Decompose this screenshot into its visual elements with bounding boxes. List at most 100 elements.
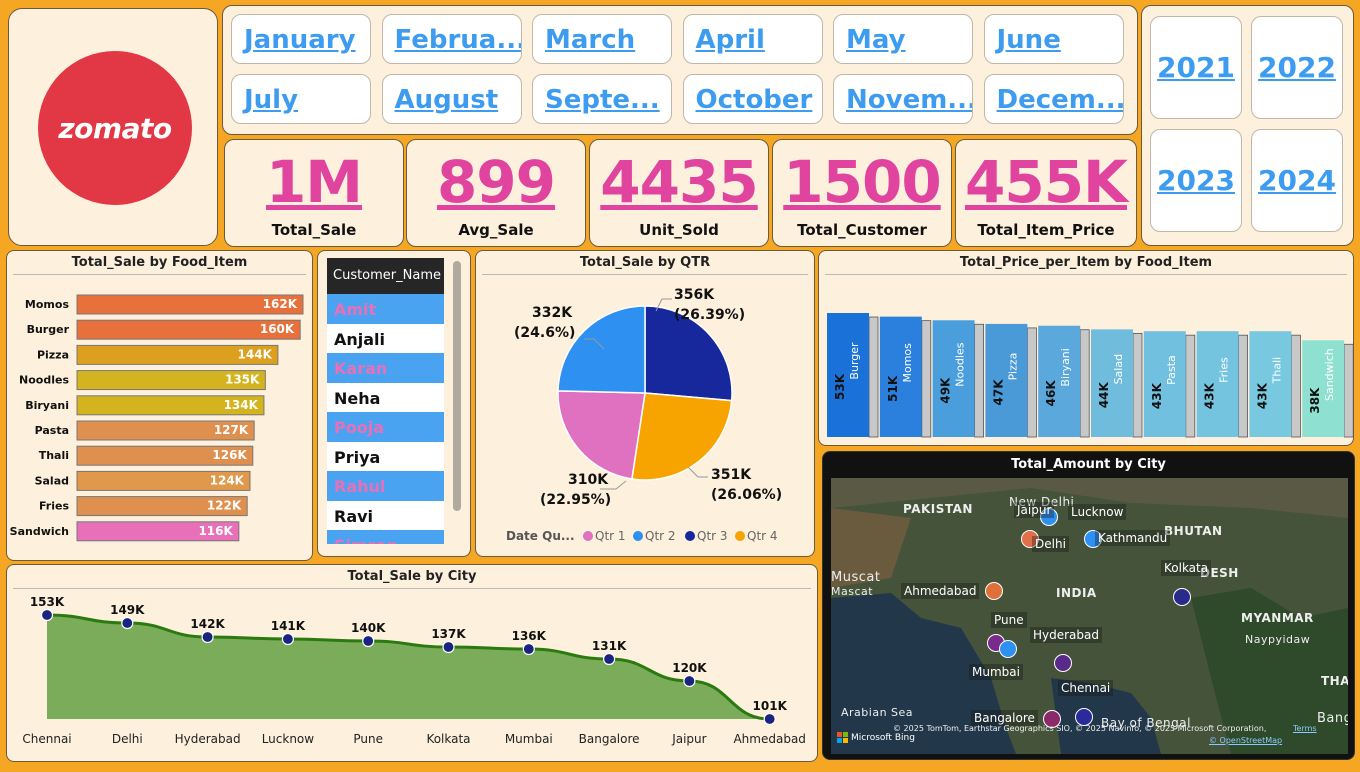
food-category-label: Thali [39,449,69,462]
city-value-label: 136K [512,629,547,643]
city-axis-label: Jaipur [671,732,706,746]
bing-label: Microsoft Bing [851,732,915,743]
chart-title: Total_Sale by Food_Item [71,255,248,270]
price-category-label: Noodles [954,342,967,386]
city-point[interactable] [522,642,535,656]
city-point[interactable] [683,674,696,688]
customer-scrollbar[interactable] [453,261,461,511]
legend-label[interactable]: Qtr 2 [645,529,676,543]
pie-pct-label: (26.06%) [711,487,782,503]
city-point[interactable] [362,634,375,648]
map-osm-link[interactable]: © OpenStreetMap [1209,736,1282,745]
city-point[interactable] [201,630,214,644]
map-place: Naypyidaw [1245,633,1311,646]
city-point[interactable] [602,652,616,666]
city-value-label: 120K [672,661,707,675]
price-bar-value: 53K [833,373,847,400]
price-bar-side [1343,343,1353,438]
price-bar-side [974,323,985,438]
customer-row[interactable]: Pooja [327,412,444,442]
map-city-label: Ahmedabad [901,583,980,599]
map-bubble-hyderabad[interactable] [1054,654,1072,672]
year-button-2022[interactable]: 2022 [1251,16,1343,119]
city-value-label: 140K [351,621,386,635]
year-button-2024[interactable]: 2024 [1251,129,1343,232]
city-axis-label: Kolkata [426,732,470,746]
map-bubble-ahmedabad[interactable] [985,582,1003,600]
city-point[interactable] [40,608,54,622]
kpi-value: 899 [436,148,556,216]
customer-slicer: Customer_Name Amit Anjali Karan Neha Pooja Pr… [317,250,471,557]
month-slicer: January Februa... March April May June July Aug… [222,5,1138,135]
kpi-total-customer: 1500 Total_Customer [772,139,952,247]
city-point[interactable] [121,616,134,630]
customer-row[interactable]: Rahul [327,471,444,501]
month-button-1[interactable]: January [231,14,371,64]
pie-pct-label: (24.6%) [514,325,575,341]
pie-value-label: 351K [711,467,752,483]
map-terms-link[interactable]: Terms [1293,724,1317,733]
month-button-9[interactable]: Septe... [532,74,672,124]
year-button-2021[interactable]: 2021 [1150,16,1242,119]
food-bar-value: 162K [263,297,298,311]
month-button-8[interactable]: August [381,74,522,124]
month-button-12[interactable]: Decem... [983,74,1124,124]
food-sales-chart-panel: Total_Sale by Food_Item Momos 162K Burger 1… [6,250,313,561]
price-bar-value: 46K [1044,380,1058,407]
year-slicer: 2021 2022 2023 2024 [1141,5,1354,246]
city-point[interactable] [763,712,776,726]
legend-label[interactable]: Qtr 4 [747,529,778,543]
price-bar-chart: 53KBurger 51KMomos 49KNoodles 47KPizza 46KBi… [827,313,1353,438]
map-attribution: © 2025 TomTom, Earthstar Geographics SIO… [893,724,1267,733]
map-city-label: Jaipur [1014,502,1055,518]
map-bubble-kolkata[interactable] [1173,588,1191,606]
city-point[interactable] [281,632,294,646]
legend-marker [633,531,643,541]
legend-label[interactable]: Qtr 1 [595,529,626,543]
month-button-5[interactable]: May [833,14,973,64]
city-map-panel: Total_Amount by City PAKISTAN New Delhi … [822,451,1355,760]
map-city-label: Chennai [1058,680,1114,696]
food-category-label: Burger [27,323,70,336]
year-button-2023[interactable]: 2023 [1150,129,1242,232]
price-bar-value: 49K [939,377,953,404]
pie-value-label: 310K [568,472,609,488]
chart-title: Total_Sale by QTR [579,255,711,270]
city-point[interactable] [442,640,455,654]
month-button-3[interactable]: March [532,14,672,64]
legend-marker [583,531,593,541]
month-button-6[interactable]: June [983,14,1124,64]
legend-label[interactable]: Qtr 3 [697,529,728,543]
customer-row[interactable]: Neha [327,382,444,413]
microsoft-icon [837,732,848,743]
month-button-4[interactable]: April [682,14,823,64]
month-button-7[interactable]: July [231,74,371,124]
customer-row[interactable]: Priya [327,441,444,472]
city-map[interactable]: PAKISTAN New Delhi BHUTAN DESH INDIA Mus… [831,478,1348,754]
city-axis-label: Mumbai [505,732,553,746]
customer-row[interactable]: Anjali [327,323,444,354]
price-category-label: Pasta [1165,355,1178,385]
customer-row[interactable]: Amit [327,294,444,324]
month-button-2[interactable]: Februa... [381,14,522,64]
food-bar-value: 135K [225,373,260,387]
kpi-label: Total_Item_Price [977,221,1115,239]
chart-title: Total_Sale by City [347,569,477,584]
customer-row[interactable]: Ravi [327,500,444,531]
food-category-label: Pizza [37,348,69,361]
pie-slice-qtr-1[interactable] [557,390,646,480]
food-bar-value: 124K [210,473,245,487]
map-bubble-pune[interactable] [999,640,1017,658]
price-bar-value: 44K [1097,381,1111,408]
pie-pct-label: (22.95%) [540,492,611,508]
city-value-label: 149K [110,603,145,617]
month-button-11[interactable]: Novem... [833,74,973,124]
customer-row[interactable]: Karan [327,353,444,383]
price-bar-side [1238,334,1249,438]
customer-row[interactable]: Simran [327,530,444,544]
city-value-label: 141K [271,619,306,633]
price-bar-value: 43K [1255,382,1269,409]
price-category-label: Salad [1112,354,1125,385]
city-axis-label: Delhi [112,732,143,746]
month-button-10[interactable]: October [682,74,823,124]
